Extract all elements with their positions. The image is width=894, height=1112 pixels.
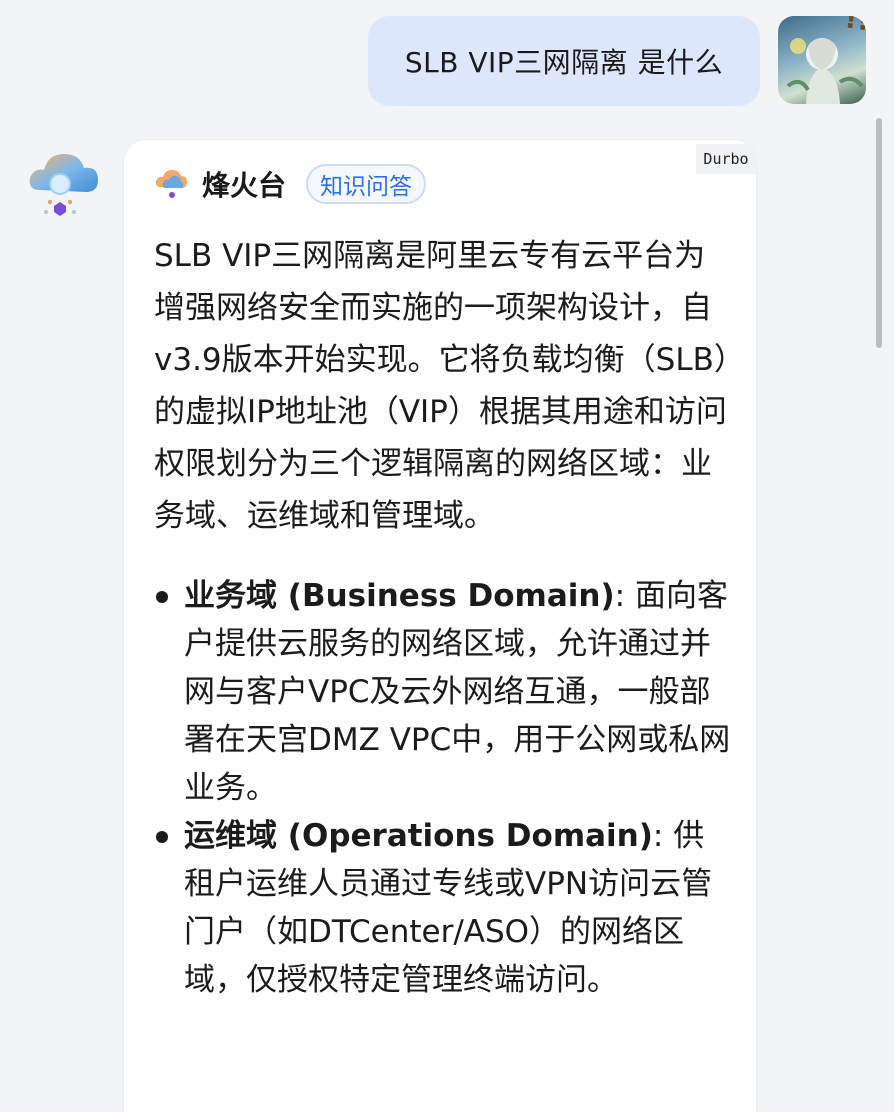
bot-avatar[interactable] — [26, 146, 102, 226]
bullet-title: 业务域 (Business Domain) — [184, 578, 615, 614]
bullet-dot — [156, 591, 168, 603]
cloud-icon — [29, 154, 98, 216]
knowledge-qa-tag[interactable]: 知识问答 — [306, 164, 427, 204]
question-marks-icon: !? — [843, 16, 866, 38]
bullet-title: 运维域 (Operations Domain) — [184, 818, 653, 854]
durbo-label: Durbo — [696, 144, 756, 174]
answer-content: SLB VIP三网隔离是阿里云专有云平台为增强网络安全而实施的一项架构设计，自v… — [154, 230, 734, 1004]
answer-intro: SLB VIP三网隔离是阿里云专有云平台为增强网络安全而实施的一项架构设计，自v… — [154, 238, 730, 534]
bot-name: 烽火台 — [202, 169, 287, 202]
chat-window: SLB VIP三网隔离 是什么 !? Durbo 烽火台 知识问答 SLB VI… — [0, 0, 894, 1112]
bullet-business-domain: 业务域 (Business Domain): 面向客户提供云服务的网络区域，允许… — [154, 572, 734, 812]
bot-message-card: Durbo 烽火台 知识问答 SLB VIP三网隔离是阿里云专有云平台为增强网络… — [124, 140, 756, 1112]
answer-bullet-list: 业务域 (Business Domain): 面向客户提供云服务的网络区域，允许… — [154, 572, 734, 1004]
cloud-logo-icon — [155, 170, 187, 198]
user-message-bubble: SLB VIP三网隔离 是什么 — [368, 16, 760, 106]
user-avatar[interactable]: !? — [778, 16, 866, 104]
bullet-dot — [156, 831, 168, 843]
scrollbar[interactable] — [876, 118, 882, 348]
bot-header: 烽火台 知识问答 — [154, 164, 427, 204]
bullet-operations-domain: 运维域 (Operations Domain): 供租户运维人员通过专线或VPN… — [154, 812, 734, 1004]
user-message-text: SLB VIP三网隔离 是什么 — [404, 46, 724, 79]
